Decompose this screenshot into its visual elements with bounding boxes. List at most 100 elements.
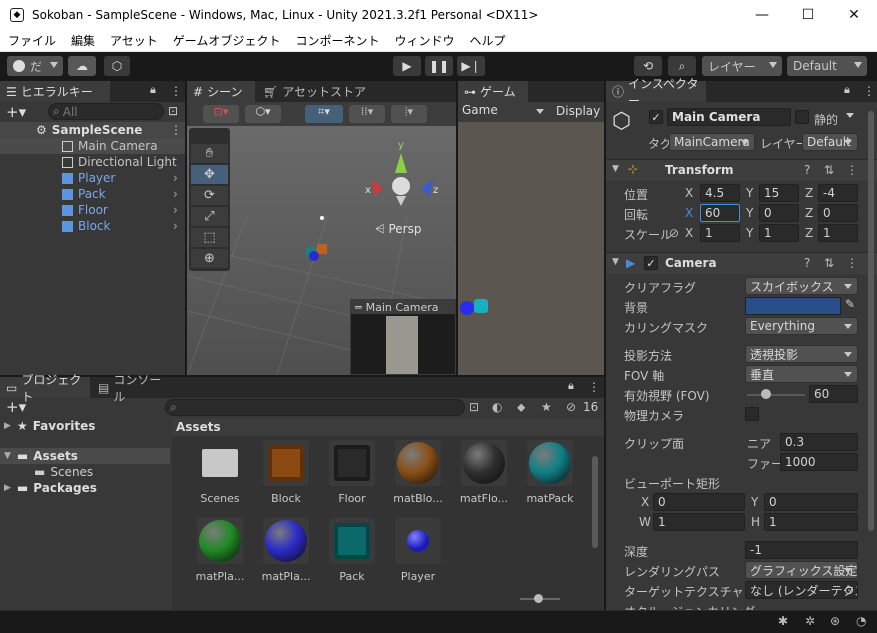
more-icon[interactable]: ⋮: [863, 84, 875, 98]
drag-handle-icon[interactable]: ═: [355, 301, 362, 314]
chevron-right-icon[interactable]: ›: [173, 219, 178, 233]
progress-icon[interactable]: ✲: [805, 614, 815, 628]
tab-scene[interactable]: # シーン: [187, 81, 255, 102]
check-icon[interactable]: ◔: [856, 614, 866, 628]
rotation-y-field[interactable]: 0: [759, 204, 799, 222]
clear-flags-dropdown[interactable]: スカイボックス: [745, 277, 858, 295]
component-more-icon[interactable]: ⋮: [846, 256, 858, 270]
inspector-scrollbar[interactable]: [868, 111, 874, 531]
tab-hierarchy[interactable]: ☰ ヒエラルキー: [0, 81, 110, 102]
packages-tree-row[interactable]: ▶ ▬ Packages: [4, 480, 97, 496]
position-y-field[interactable]: 15: [759, 184, 799, 202]
debug-icon[interactable]: ✱: [778, 614, 788, 628]
lock-icon[interactable]: 🔒︎: [844, 83, 850, 97]
help-icon[interactable]: ?: [804, 163, 810, 177]
collapse-icon[interactable]: ▼: [612, 164, 619, 174]
menu-gameobject[interactable]: ゲームオブジェクト: [165, 32, 288, 49]
hierarchy-search-input[interactable]: ⌕ All: [48, 103, 164, 120]
hierarchy-item-directional-light[interactable]: Directional Light: [0, 154, 185, 170]
position-x-field[interactable]: 4.5: [700, 184, 740, 202]
tab-inspector[interactable]: ⓘ インスペクター: [606, 77, 706, 108]
asset-item[interactable]: Pack: [322, 518, 382, 583]
rotation-z-field[interactable]: 0: [818, 204, 858, 222]
minimize-button[interactable]: —: [739, 0, 785, 30]
breadcrumb[interactable]: Assets: [172, 418, 604, 436]
maximize-button[interactable]: ☐: [785, 0, 831, 30]
preset-icon[interactable]: ⇅: [824, 256, 834, 270]
chevron-right-icon[interactable]: ›: [173, 187, 178, 201]
collapse-icon[interactable]: ▼: [612, 257, 619, 267]
scale-y-field[interactable]: 1: [759, 224, 799, 242]
layers-dropdown[interactable]: レイヤー: [702, 56, 782, 76]
near-field[interactable]: 0.3: [780, 433, 858, 451]
preset-icon[interactable]: ⇅: [824, 163, 834, 177]
active-checkbox[interactable]: ✓: [649, 110, 663, 124]
vp-y-field[interactable]: 0: [764, 493, 858, 511]
vp-w-field[interactable]: 1: [653, 513, 745, 531]
vp-x-field[interactable]: 0: [653, 493, 745, 511]
step-button[interactable]: ▶❘: [457, 56, 485, 76]
move-tool-button[interactable]: ✥: [191, 165, 228, 184]
game-view-dropdown[interactable]: Game: [460, 103, 548, 121]
chevron-right-icon[interactable]: ›: [173, 171, 178, 185]
hierarchy-item-block[interactable]: Block ›: [0, 218, 185, 234]
tag-dropdown[interactable]: MainCamera: [669, 133, 755, 151]
asset-item[interactable]: matPla...: [256, 518, 316, 583]
draw-mode-button[interactable]: ⊡▾: [203, 105, 239, 123]
search-filter-icon[interactable]: ⊡: [469, 400, 479, 414]
play-button[interactable]: ▶: [393, 56, 421, 76]
label-filter-icon[interactable]: ⬥: [517, 400, 525, 415]
collab-button[interactable]: ⬡: [104, 56, 130, 76]
target-texture-field[interactable]: なし (レンダーテクスチ ⊙: [745, 581, 858, 599]
scenes-tree-row[interactable]: ▬ Scenes: [34, 464, 93, 480]
menu-window[interactable]: ウィンドウ: [386, 32, 461, 49]
favorite-icon[interactable]: ★: [541, 400, 552, 414]
pause-button[interactable]: ❚❚: [425, 56, 453, 76]
far-field[interactable]: 1000: [780, 453, 858, 471]
scale-tool-button[interactable]: ⤢: [191, 207, 228, 226]
more-icon[interactable]: ⋮: [170, 84, 182, 98]
hierarchy-item-main-camera[interactable]: Main Camera: [0, 138, 185, 154]
component-more-icon[interactable]: ⋮: [846, 163, 858, 177]
menu-assets[interactable]: アセット: [102, 32, 165, 49]
chevron-right-icon[interactable]: ›: [173, 203, 178, 217]
expand-icon[interactable]: ▶: [4, 483, 11, 493]
fov-field[interactable]: 60: [809, 385, 858, 403]
hierarchy-item-pack[interactable]: Pack ›: [0, 186, 185, 202]
fov-slider-thumb[interactable]: [761, 389, 772, 399]
static-checkbox[interactable]: [795, 110, 809, 124]
transform-header[interactable]: ▼ ⊹ Transform ? ⇅ ⋮: [606, 159, 877, 181]
snap-button[interactable]: ⁞⁞▾: [349, 105, 385, 123]
lock-icon[interactable]: 🔒︎: [568, 379, 574, 393]
transform-tool-button[interactable]: ⊕: [191, 249, 228, 268]
asset-item[interactable]: matBlo...: [388, 440, 448, 505]
more-icon[interactable]: ⋮: [588, 380, 600, 394]
background-color-field[interactable]: [745, 297, 841, 315]
physical-camera-checkbox[interactable]: [745, 407, 759, 421]
add-icon[interactable]: +▾: [6, 103, 26, 121]
rotation-x-field[interactable]: 60: [700, 204, 740, 222]
asset-item[interactable]: Block: [256, 440, 316, 505]
asset-item[interactable]: matPla...: [190, 518, 250, 583]
scene-row[interactable]: ⚙ SampleScene ⋮: [0, 122, 185, 138]
rect-tool-button[interactable]: ⬚: [191, 228, 228, 247]
account-dropdown[interactable]: だ: [7, 56, 63, 76]
asset-item[interactable]: Floor: [322, 440, 382, 505]
depth-field[interactable]: -1: [745, 541, 858, 559]
thumbnail-size-thumb[interactable]: [534, 594, 543, 603]
persp-label[interactable]: ⩤ Persp: [375, 222, 421, 237]
eyedropper-icon[interactable]: ✎: [845, 297, 855, 311]
object-picker-icon[interactable]: ⊙: [844, 583, 854, 597]
menu-component[interactable]: コンポーネント: [287, 32, 386, 49]
hidden-packages-icon[interactable]: ⊘: [566, 400, 576, 414]
asset-item[interactable]: matPack: [520, 440, 580, 505]
link-icon[interactable]: ⊘: [669, 226, 679, 240]
hand-tool-button[interactable]: ✋︎: [191, 144, 228, 163]
rotate-tool-button[interactable]: ⟳: [191, 186, 228, 205]
type-filter-icon[interactable]: ◐: [492, 400, 502, 414]
tab-game[interactable]: ⊶ ゲーム: [458, 81, 528, 102]
display-label[interactable]: Display: [556, 104, 600, 118]
projection-dropdown[interactable]: 透視投影: [745, 345, 858, 363]
favorites-row[interactable]: ▶ ★ Favorites: [4, 418, 95, 434]
history-button[interactable]: ⟲: [634, 56, 662, 76]
